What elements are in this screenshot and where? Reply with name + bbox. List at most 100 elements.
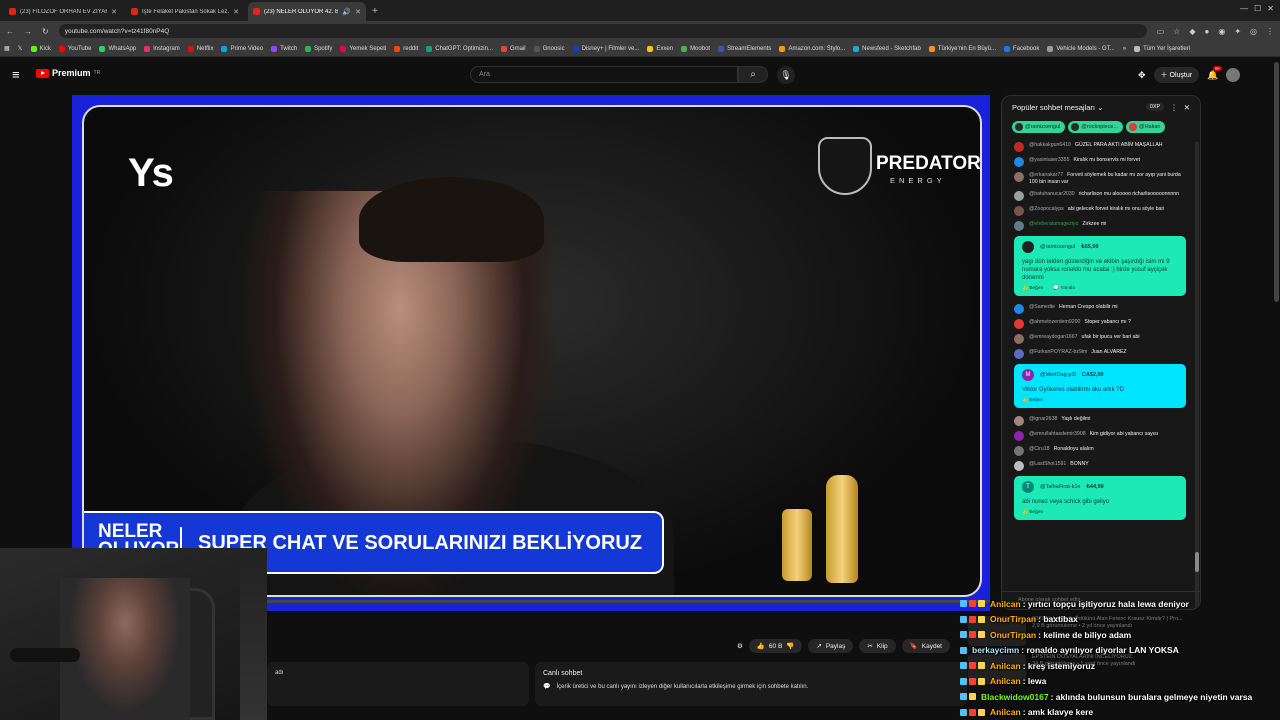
super-chat-author[interactable]: @ramizsengul <box>1040 244 1075 250</box>
share-button[interactable]: ↗ Paylaş <box>808 639 854 653</box>
reload-icon[interactable]: ↻ <box>42 27 49 36</box>
message-author[interactable]: @hakkakgun6410 <box>1029 142 1071 148</box>
extension-icon[interactable]: ◉ <box>1218 27 1225 36</box>
menu-hamburger-icon[interactable]: ≡ <box>12 67 20 82</box>
video-player[interactable]: Ys PREDATOR ENERGY NELER OLUYOR SUPER CH… <box>72 95 990 611</box>
extension-icon[interactable]: ◆ <box>1189 27 1195 36</box>
maximize-icon[interactable]: ☐ <box>1254 4 1261 13</box>
menu-dots-icon[interactable]: ⋮ <box>1266 27 1274 36</box>
browser-tab[interactable]: (23) FİLOZOF ORHAN EV ZİYARE... ✕ <box>4 2 122 21</box>
bookmark-item[interactable]: Türkiye'nin En Büyü... <box>928 45 996 52</box>
avatar[interactable] <box>1226 68 1241 82</box>
reply-button[interactable]: 💬 Yanıtla <box>1053 286 1075 291</box>
bookmark-item[interactable]: Exxen <box>647 45 673 52</box>
bookmark-item[interactable]: StreamElements <box>718 45 771 52</box>
bookmark-item[interactable]: Gnoosic <box>533 45 565 52</box>
settings-gear-icon[interactable]: ⚙ <box>737 642 743 650</box>
bookmark-item[interactable]: reddit <box>394 45 418 52</box>
bookmark-item[interactable]: Moobot <box>681 45 710 52</box>
bookmark-item[interactable]: WhatsApp <box>99 45 136 52</box>
chat-scrollbar[interactable] <box>1195 142 1199 609</box>
super-chat-author[interactable]: @TalhaFirat-k1e <box>1040 484 1080 490</box>
bookmark-item[interactable]: Instagram <box>144 45 180 52</box>
create-button[interactable]: ＋ Oluştur <box>1153 67 1200 83</box>
forward-icon[interactable]: → <box>24 27 32 36</box>
speaker-icon[interactable]: 🔊 <box>342 8 351 16</box>
save-button[interactable]: 🔖 Kaydet <box>901 639 950 653</box>
super-pill[interactable]: @Hakan <box>1126 121 1166 133</box>
extension-icon[interactable]: ● <box>1204 27 1209 36</box>
voice-search-button[interactable]: 🎙 <box>777 66 795 84</box>
super-pill[interactable]: @rocknpiece... <box>1068 121 1123 133</box>
super-pill[interactable]: @ramizsengul <box>1012 121 1066 133</box>
message-author[interactable]: @ahmetozerdem9200 <box>1029 319 1080 325</box>
extensions-puzzle-icon[interactable]: ✦ <box>1234 27 1241 36</box>
bookmark-item[interactable]: Prime Video <box>221 45 263 52</box>
message-author[interactable]: @ignar2638 <box>1029 416 1057 422</box>
bookmark-item[interactable]: Gmail <box>500 45 526 52</box>
close-icon[interactable]: ✕ <box>233 8 239 16</box>
new-tab-button[interactable]: + <box>372 2 378 21</box>
bookmark-item[interactable]: YouTube <box>58 45 91 52</box>
message-author[interactable]: @FurkanPOYRAZ-bz9im <box>1029 349 1087 355</box>
close-icon[interactable]: ✕ <box>355 8 361 16</box>
bookmark-item[interactable]: Spotify <box>305 45 332 52</box>
close-window-icon[interactable]: ✕ <box>1267 4 1274 13</box>
bookmarks-more-button[interactable]: » <box>1123 46 1126 52</box>
profile-icon[interactable]: ◎ <box>1250 27 1257 36</box>
minimize-icon[interactable]: — <box>1240 4 1248 13</box>
message-author[interactable]: @emreaydogan1667 <box>1029 334 1078 340</box>
apps-grid-icon[interactable]: ▦ <box>4 45 10 52</box>
page-scrollbar[interactable] <box>1274 62 1279 302</box>
bookmark-item[interactable]: Disney+ | Filmler ve... <box>572 45 639 52</box>
message-author[interactable]: @emrullahtasdemir3908 <box>1029 431 1086 437</box>
url-field[interactable]: youtube.com/watch?v=tz41f80nP4Q <box>58 24 1147 38</box>
clip-button[interactable]: ✂ Klip <box>859 639 896 653</box>
search-button[interactable]: ⌕ <box>738 66 768 83</box>
message-author[interactable]: @Samedte <box>1029 304 1055 310</box>
notifications-button[interactable]: 🔔 9+ <box>1207 65 1223 81</box>
message-author[interactable]: @Ciru18 <box>1029 446 1050 452</box>
bookmark-item[interactable]: ChatGPT: Optimizin... <box>426 45 493 52</box>
browser-tab[interactable]: İşte Felaket Pakistan Sokak Lez... ✕ <box>126 2 244 21</box>
message-author[interactable]: @erkanakar77 <box>1029 172 1063 178</box>
message-author[interactable]: @LastShot1591 <box>1029 461 1066 467</box>
oxp-badge[interactable]: 0XP <box>1145 103 1165 111</box>
bookmark-item[interactable]: Newsfeed - Sketchfab <box>853 45 921 52</box>
bookmark-item[interactable]: Kick <box>30 45 51 52</box>
message-author[interactable]: @Zoopocalyps <box>1029 206 1064 212</box>
back-icon[interactable]: ← <box>6 27 14 36</box>
chat-message: @ahmetozerdem9200 Stoper yabancı mı ? <box>1014 319 1186 329</box>
bookmark-item[interactable]: Twitch <box>271 45 297 52</box>
close-icon[interactable]: ✕ <box>111 8 117 16</box>
like-button[interactable]: 👍 Beğen <box>1022 510 1043 515</box>
bookmark-item[interactable]: Amazon.com: Stylo... <box>779 45 845 52</box>
bookmark-item[interactable]: Facebook <box>1004 45 1039 52</box>
bookmark-item[interactable]: Yemek Sepeti <box>340 45 386 52</box>
cast-icon[interactable]: ▭ <box>1157 27 1165 36</box>
x-icon[interactable]: 𝕏 <box>18 45 23 52</box>
like-button[interactable]: 👍 Beğen <box>1022 398 1043 403</box>
message-author[interactable]: @efeberatamageziyo <box>1029 221 1078 227</box>
search-input[interactable]: Ara <box>470 66 738 83</box>
message-author[interactable]: @batuhanucar2030 <box>1029 191 1075 197</box>
overlay-text-body: baxtibax <box>1043 614 1078 625</box>
bookmark-item[interactable]: Vehicle Models - GT... <box>1047 45 1115 52</box>
more-vert-icon[interactable]: ⋮ <box>1170 103 1178 112</box>
all-bookmarks-folder[interactable]: Tüm Yer İşaretleri <box>1134 45 1190 52</box>
chat-mode-dropdown[interactable]: Popüler sohbet mesajları ⌄ <box>1012 103 1140 112</box>
bookmark-item[interactable]: Netflix <box>187 45 213 52</box>
super-chat-author[interactable]: @MertDag-p3l <box>1040 372 1076 378</box>
scrollbar-thumb[interactable] <box>1195 552 1199 572</box>
live-chat-prompt[interactable]: Canlı sohbet 💬 İçerik üretici ve bu canlı… <box>535 662 967 706</box>
like-button[interactable]: 👍 60 B 👎 <box>748 639 803 653</box>
description-box[interactable]: adı <box>267 662 529 706</box>
like-button[interactable]: 👍 Beğen <box>1022 286 1043 291</box>
youtube-premium-logo[interactable]: Premium TR <box>36 68 100 78</box>
message-author[interactable]: @yasintaser3355 <box>1029 157 1069 163</box>
browser-tab-active[interactable]: (23) NELER OLUYOR 42. BÖ...🔊 ✕ <box>248 2 366 21</box>
bookmark-star-icon[interactable]: ☆ <box>1173 27 1180 36</box>
thumbs-down-icon[interactable]: 👎 <box>786 642 794 650</box>
close-icon[interactable]: ✕ <box>1184 103 1190 112</box>
cast-icon[interactable]: ✥ <box>1138 70 1146 81</box>
